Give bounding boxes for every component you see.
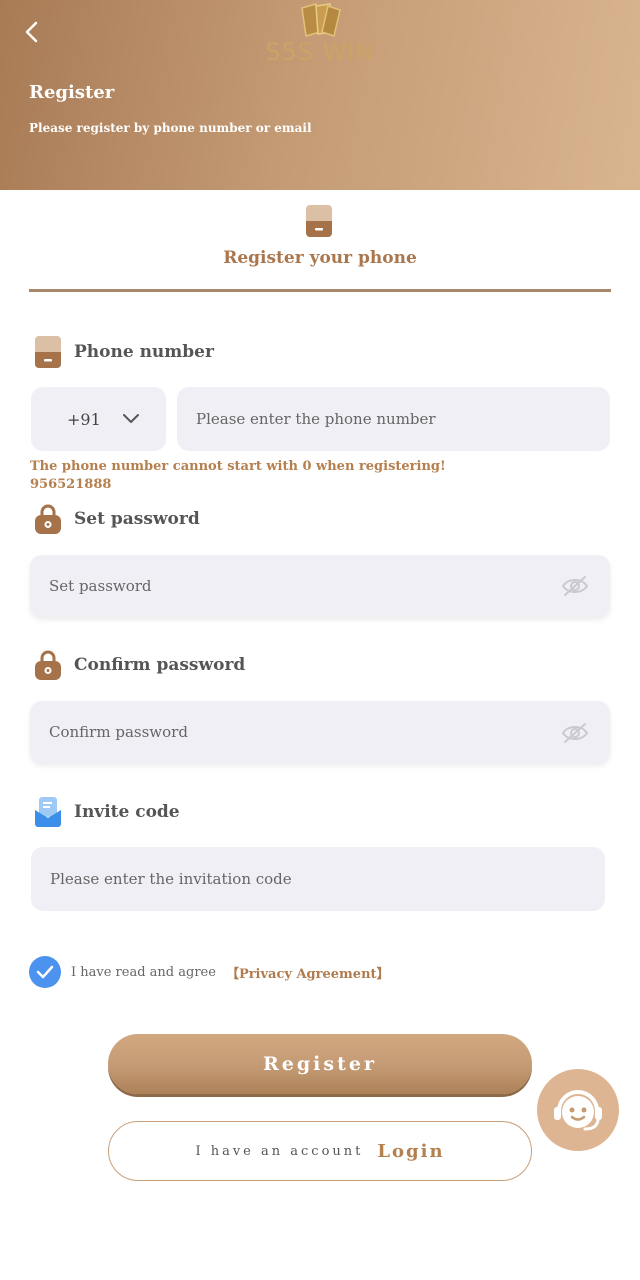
- eye-off-icon[interactable]: [561, 721, 589, 745]
- phone-error-value: 956521888: [30, 477, 112, 492]
- tab-underline: [29, 289, 611, 292]
- phone-label-row: Phone number: [34, 336, 214, 368]
- privacy-agreement-link[interactable]: 【Privacy Agreement】: [226, 963, 390, 982]
- password-label-row: Set password: [34, 503, 200, 535]
- register-button[interactable]: Register: [108, 1034, 532, 1094]
- invite-code-input[interactable]: [31, 847, 605, 911]
- logo-text: S5S WIN: [265, 38, 375, 66]
- confirm-password-input[interactable]: [30, 701, 610, 763]
- tab-register-phone[interactable]: Register your phone: [29, 200, 611, 292]
- customer-service-icon: [554, 1090, 602, 1131]
- agreement-row: I have read and agree 【Privacy Agreement…: [29, 956, 390, 988]
- invite-icon: [35, 797, 61, 827]
- app-logo: S5S WIN: [250, 2, 390, 72]
- phone-error-text: The phone number cannot start with 0 whe…: [30, 459, 446, 474]
- lock-icon: [35, 504, 61, 534]
- phone-icon: [306, 205, 332, 237]
- page-subtitle: Please register by phone number or email: [29, 121, 312, 135]
- eye-off-icon[interactable]: [561, 574, 589, 598]
- phone-error-message: The phone number cannot start with 0 whe…: [30, 458, 446, 494]
- checkmark-icon: [36, 965, 54, 979]
- country-code-select[interactable]: +91: [31, 387, 166, 451]
- tab-label: Register your phone: [223, 248, 417, 268]
- page-title: Register: [29, 82, 115, 103]
- agreement-checkbox[interactable]: [29, 956, 61, 988]
- cards-logo-icon: [301, 3, 341, 37]
- login-prefix-text: I have an account: [195, 1143, 364, 1159]
- confirm-label: Confirm password: [74, 655, 246, 675]
- password-input[interactable]: [30, 555, 610, 617]
- invite-label-row: Invite code: [34, 796, 180, 828]
- agreement-text: I have read and agree: [71, 964, 216, 980]
- customer-service-button[interactable]: [537, 1069, 619, 1151]
- phone-label: Phone number: [74, 342, 214, 362]
- header-banner: S5S WIN Register Please register by phon…: [0, 0, 640, 190]
- chevron-down-icon: [122, 414, 139, 423]
- invite-label: Invite code: [74, 802, 180, 822]
- confirm-label-row: Confirm password: [34, 649, 245, 681]
- login-link[interactable]: Login: [377, 1141, 444, 1162]
- lock-icon: [35, 650, 61, 680]
- phone-icon: [35, 336, 61, 368]
- login-button[interactable]: I have an account Login: [108, 1121, 532, 1181]
- password-label: Set password: [74, 509, 200, 529]
- phone-input[interactable]: [177, 387, 610, 451]
- back-arrow-icon[interactable]: [18, 18, 46, 46]
- country-code-value: +91: [67, 409, 101, 429]
